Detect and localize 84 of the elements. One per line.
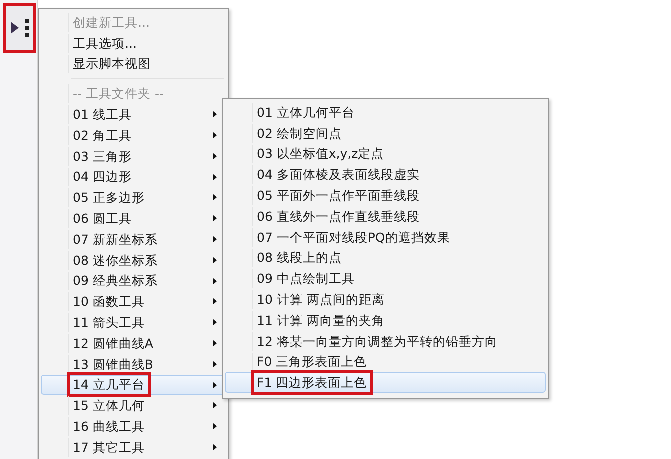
menu-item-label: 07 一个平面对线段PQ的遮挡效果 xyxy=(257,230,450,245)
menu-item[interactable]: 显示脚本视图 xyxy=(73,56,151,72)
more-button[interactable] xyxy=(3,3,36,53)
menu-item[interactable]: 工具选项... xyxy=(73,36,137,51)
menu-item[interactable]: 02 绘制空间点 xyxy=(225,122,546,144)
menu-item-label: 02 绘制空间点 xyxy=(257,126,342,141)
menu-item[interactable]: 12 圆锥曲线A xyxy=(41,332,226,354)
menu-item-label: 07 新新坐标系 xyxy=(73,232,158,247)
menu-item[interactable]: 04 四边形 xyxy=(41,166,226,188)
menu-item-label: 11 计算 两向量的夹角 xyxy=(257,312,385,328)
menu-item[interactable]: 03 以坐标值x,y,z定点 xyxy=(225,144,546,164)
menu-item[interactable]: 02 角工具 xyxy=(41,124,226,146)
menu-item-label: 01 立体几何平台 xyxy=(257,104,355,120)
menu-item-label: 10 函数工具 xyxy=(73,294,145,310)
menu-item[interactable]: 05 正多边形 xyxy=(41,187,226,208)
menu-item-label: 14 立几平台 xyxy=(73,377,145,392)
menu-item[interactable]: 04 多面体棱及表面线段虚实 xyxy=(225,164,546,186)
menu-item[interactable]: 10 计算 两点间的距离 xyxy=(225,289,546,310)
submenu-arrow-icon xyxy=(213,236,217,243)
menu-item-label: 16 曲线工具 xyxy=(73,419,145,434)
menu-item-label: 03 三角形 xyxy=(73,148,132,164)
menu-item[interactable]: 07 新新坐标系 xyxy=(41,228,226,250)
menu-item-label: F1 四边形表面上色 xyxy=(257,375,368,390)
menu-item[interactable]: 01 立体几何平台 xyxy=(225,102,546,123)
menu-item[interactable]: 15 立体几何 xyxy=(41,395,226,416)
submenu-arrow-icon xyxy=(213,360,217,368)
menu-item[interactable]: 16 曲线工具 xyxy=(41,416,226,437)
menu-item-label: 04 四边形 xyxy=(73,169,132,184)
menu-item[interactable]: 08 迷你坐标系 xyxy=(41,250,226,271)
menu-item-label: 11 箭头工具 xyxy=(73,315,145,330)
menu-item[interactable]: 12 将某一向量方向调整为平转的铅垂方向 xyxy=(225,330,546,352)
menu-item[interactable]: 05 平面外一点作平面垂线段 xyxy=(225,185,546,206)
menu-item-label: 10 计算 两点间的距离 xyxy=(257,292,385,308)
menu-item-label: 03 以坐标值x,y,z定点 xyxy=(257,146,384,162)
submenu-arrow-icon xyxy=(213,174,217,181)
menu-item-label: 09 中点绘制工具 xyxy=(257,271,355,286)
menu-item[interactable]: 09 中点绘制工具 xyxy=(225,268,546,290)
menu-item-label: 06 直线外一点作直线垂线段 xyxy=(257,208,420,224)
menu-item[interactable]: 06 圆工具 xyxy=(41,208,226,229)
menu-item[interactable]: 17 其它工具 xyxy=(41,436,226,458)
submenu-arrow-icon xyxy=(213,319,217,326)
menu-item-label: 12 圆锥曲线A xyxy=(73,336,154,351)
submenu-arrow-icon xyxy=(213,298,217,306)
menu-item-label: 02 角工具 xyxy=(73,128,132,143)
submenu-arrow-icon xyxy=(213,194,217,202)
submenu-arrow-icon xyxy=(213,256,217,264)
menu-item[interactable]: F1 四边形表面上色 xyxy=(225,372,546,394)
menu-item-label: F0 三角形表面上色 xyxy=(257,354,368,370)
menu-item[interactable]: 11 计算 两向量的夹角 xyxy=(225,310,546,331)
menu-item-label: 01 线工具 xyxy=(73,107,132,122)
submenu-arrow-icon xyxy=(213,111,217,118)
menu-item-label: 05 正多边形 xyxy=(73,190,145,206)
submenu-arrow-icon xyxy=(213,340,217,347)
submenu-arrow-icon xyxy=(213,444,217,451)
menu-item[interactable]: 01 线工具 xyxy=(41,104,226,125)
submenu-arrow-icon xyxy=(213,152,217,160)
menu-item[interactable]: 07 一个平面对线段PQ的遮挡效果 xyxy=(225,226,546,248)
menu-item-label: 04 多面体棱及表面线段虚实 xyxy=(257,167,420,182)
menu-item[interactable]: 13 圆锥曲线B xyxy=(41,354,226,375)
menu-item-label: 12 将某一向量方向调整为平转的铅垂方向 xyxy=(257,334,498,349)
submenu-arrow-icon xyxy=(213,423,217,430)
menu-item[interactable]: 08 线段上的点 xyxy=(225,248,546,268)
submenu-arrow-icon xyxy=(213,215,217,222)
submenu-arrow-icon xyxy=(213,278,217,285)
menu-item-label: 17 其它工具 xyxy=(73,440,145,455)
menu-item-label: 09 经典坐标系 xyxy=(73,273,158,288)
play-icon xyxy=(10,22,18,34)
menu-item[interactable]: 06 直线外一点作直线垂线段 xyxy=(225,206,546,227)
menu-header: -- 工具文件夹 -- xyxy=(73,86,164,102)
menu-item-label: 05 平面外一点作平面垂线段 xyxy=(257,188,420,204)
submenu-arrow-icon xyxy=(213,132,217,139)
menu-item-label: 15 立体几何 xyxy=(73,398,145,414)
menu-item[interactable]: 10 函数工具 xyxy=(41,291,226,312)
menu-item[interactable]: 11 箭头工具 xyxy=(41,312,226,333)
menu-item-label: 08 线段上的点 xyxy=(257,250,342,266)
menu-item-label: 06 圆工具 xyxy=(73,211,132,226)
more-icon xyxy=(24,19,28,37)
menu-item-label: 13 圆锥曲线B xyxy=(73,356,154,372)
submenu-arrow-icon xyxy=(213,402,217,410)
menu-item[interactable]: 03 三角形 xyxy=(41,146,226,167)
submenu-arrow-icon xyxy=(213,382,217,389)
menu-item[interactable]: F0 三角形表面上色 xyxy=(225,352,546,372)
menu-item[interactable]: 09 经典坐标系 xyxy=(41,270,226,292)
menu-item-label: 08 迷你坐标系 xyxy=(73,252,158,268)
